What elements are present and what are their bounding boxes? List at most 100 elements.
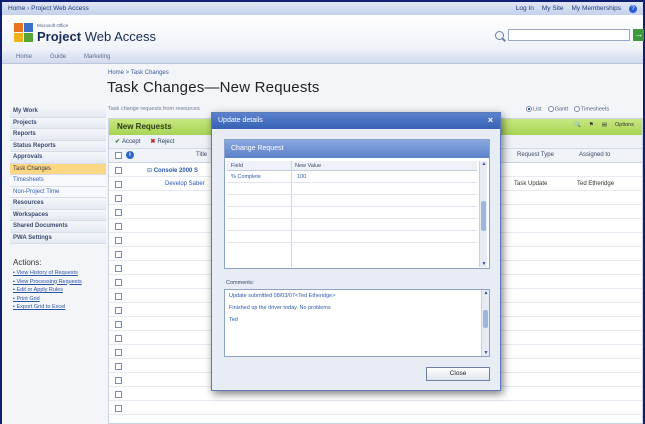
tab-guide[interactable]: Guide <box>50 54 66 60</box>
action-export-excel[interactable]: ▪ Export Grid to Excel <box>13 303 106 312</box>
change-value: 100 <box>297 174 307 180</box>
dialog-close-icon[interactable]: × <box>486 116 495 125</box>
view-options: List Gantt Timesheets <box>526 106 609 112</box>
change-row <box>227 208 477 219</box>
sidebar-item-workspaces[interactable]: Workspaces <box>10 209 106 221</box>
accept-button[interactable]: ✔ Accept <box>115 138 140 145</box>
sidebar-item-shared-documents[interactable]: Shared Documents <box>10 221 106 233</box>
brand-title: Project Web Access <box>37 29 156 44</box>
row-checkbox[interactable] <box>115 405 122 412</box>
comment-line: Ted <box>229 317 238 323</box>
row-checkbox[interactable] <box>115 335 122 342</box>
col-assigned-to[interactable]: Assigned to <box>579 152 610 158</box>
scroll-down-icon: ▼ <box>483 350 489 356</box>
row-checkbox[interactable] <box>115 265 122 272</box>
row-checkbox[interactable] <box>115 223 122 230</box>
action-edit-rules[interactable]: ▪ Edit or Apply Rules <box>13 286 106 295</box>
change-field: % Complete <box>231 174 261 180</box>
filter-icon[interactable]: ⚑ <box>589 122 594 128</box>
row-checkbox[interactable] <box>115 181 122 188</box>
my-memberships-link[interactable]: My Memberships <box>572 5 621 12</box>
row-checkbox[interactable] <box>115 391 122 398</box>
select-all-checkbox[interactable] <box>115 152 122 159</box>
row-checkbox[interactable] <box>115 363 122 370</box>
info-icon: i <box>126 151 134 159</box>
brand-bar: Microsoft Office Project Web Access → <box>2 15 644 51</box>
app-window: Home › Project Web Access Log In My Site… <box>0 0 645 424</box>
reject-button[interactable]: ✖ Reject <box>150 138 174 145</box>
login-link[interactable]: Log In <box>516 5 534 12</box>
row-checkbox[interactable] <box>115 377 122 384</box>
change-row <box>227 196 477 207</box>
sidebar-item-my-work[interactable]: My Work <box>10 106 106 118</box>
sidebar: My Work Projects Reports Status Reports … <box>10 106 106 424</box>
nav-tabs: Home Guide Marketing <box>2 51 643 64</box>
action-view-processing[interactable]: ▪ View Processing Requests <box>13 278 106 287</box>
dialog-title: Update details <box>212 113 500 129</box>
row-assigned-to: Ted Etheridge <box>577 181 615 187</box>
top-breadcrumb[interactable]: Home › Project Web Access <box>8 5 89 12</box>
row-checkbox[interactable] <box>115 237 122 244</box>
grid-band-title: New Requests <box>117 122 172 131</box>
action-view-history[interactable]: ▪ View History of Requests <box>13 269 106 278</box>
office-logo-icon <box>14 23 34 43</box>
change-request-scrollbar[interactable]: ▲ ▼ <box>479 161 487 267</box>
search-input[interactable] <box>508 29 630 41</box>
row-checkbox[interactable] <box>115 279 122 286</box>
row-title: ⊟ Console 2000 S <box>147 168 199 174</box>
change-request-panel: Change Request Field New Value % Complet… <box>224 139 490 269</box>
row-title[interactable]: Develop Saber <box>165 181 205 187</box>
row-checkbox[interactable] <box>115 321 122 328</box>
tab-marketing[interactable]: Marketing <box>84 54 110 60</box>
sidebar-item-timesheets[interactable]: Timesheets <box>10 175 106 187</box>
action-print-grid[interactable]: ▪ Print Grid <box>13 295 106 304</box>
check-icon: ✔ <box>115 139 121 145</box>
sidebar-item-pwa-settings[interactable]: PWA Settings <box>10 232 106 244</box>
row-checkbox[interactable] <box>115 307 122 314</box>
close-button[interactable]: Close <box>426 367 490 381</box>
scroll-thumb <box>483 310 488 328</box>
scroll-thumb <box>481 201 486 231</box>
change-row: % Complete 100 <box>227 172 477 183</box>
my-site-link[interactable]: My Site <box>542 5 564 12</box>
col-field: Field <box>231 163 243 169</box>
change-request-column-header: Field New Value <box>227 161 477 171</box>
view-list-radio[interactable]: List <box>526 106 542 112</box>
row-request-type: Task Update <box>514 181 548 187</box>
page-subtitle: Task change requests from resources <box>108 106 200 112</box>
options-button[interactable]: Options <box>615 122 634 128</box>
row-checkbox[interactable] <box>115 209 122 216</box>
brand-suite: Microsoft Office <box>37 23 69 28</box>
change-row <box>227 184 477 195</box>
band-tools: 🔍 ⚑ ▤ Options <box>574 122 634 128</box>
row-checkbox[interactable] <box>115 293 122 300</box>
search-go-button[interactable]: → <box>633 29 644 41</box>
sidebar-item-reports[interactable]: Reports <box>10 129 106 141</box>
col-request-type[interactable]: Request Type <box>517 152 554 158</box>
col-title[interactable]: Title <box>196 152 207 158</box>
sidebar-item-projects[interactable]: Projects <box>10 117 106 129</box>
sidebar-item-task-changes[interactable]: Task Changes <box>10 163 106 175</box>
top-bar: Home › Project Web Access Log In My Site… <box>2 2 643 15</box>
sidebar-item-resources[interactable]: Resources <box>10 198 106 210</box>
search-icon <box>495 31 504 40</box>
sidebar-item-non-project-time[interactable]: Non-Project Time <box>10 186 106 198</box>
row-checkbox[interactable] <box>115 349 122 356</box>
sidebar-item-status-reports[interactable]: Status Reports <box>10 140 106 152</box>
comments-textarea[interactable]: Update submitted 08/03/07<Ted Etheridge>… <box>224 289 490 357</box>
sidebar-item-approvals[interactable]: Approvals <box>10 152 106 164</box>
help-icon[interactable]: ? <box>629 4 637 13</box>
row-checkbox[interactable] <box>115 251 122 258</box>
row-checkbox[interactable] <box>115 167 122 174</box>
breadcrumb[interactable]: Home > Task Changes <box>108 70 169 76</box>
comment-line: Finished up the driver today. No problem… <box>229 305 331 311</box>
comments-scrollbar[interactable]: ▲ ▼ <box>481 290 489 356</box>
zoom-icon[interactable]: 🔍 <box>574 122 581 128</box>
view-gantt-radio[interactable]: Gantt <box>547 106 568 112</box>
change-row <box>227 220 477 231</box>
view-timesheets-radio[interactable]: Timesheets <box>574 106 609 112</box>
tab-home[interactable]: Home <box>16 54 32 60</box>
row-checkbox[interactable] <box>115 195 122 202</box>
group-icon[interactable]: ▤ <box>602 122 607 128</box>
actions-title: Actions: <box>13 258 42 267</box>
